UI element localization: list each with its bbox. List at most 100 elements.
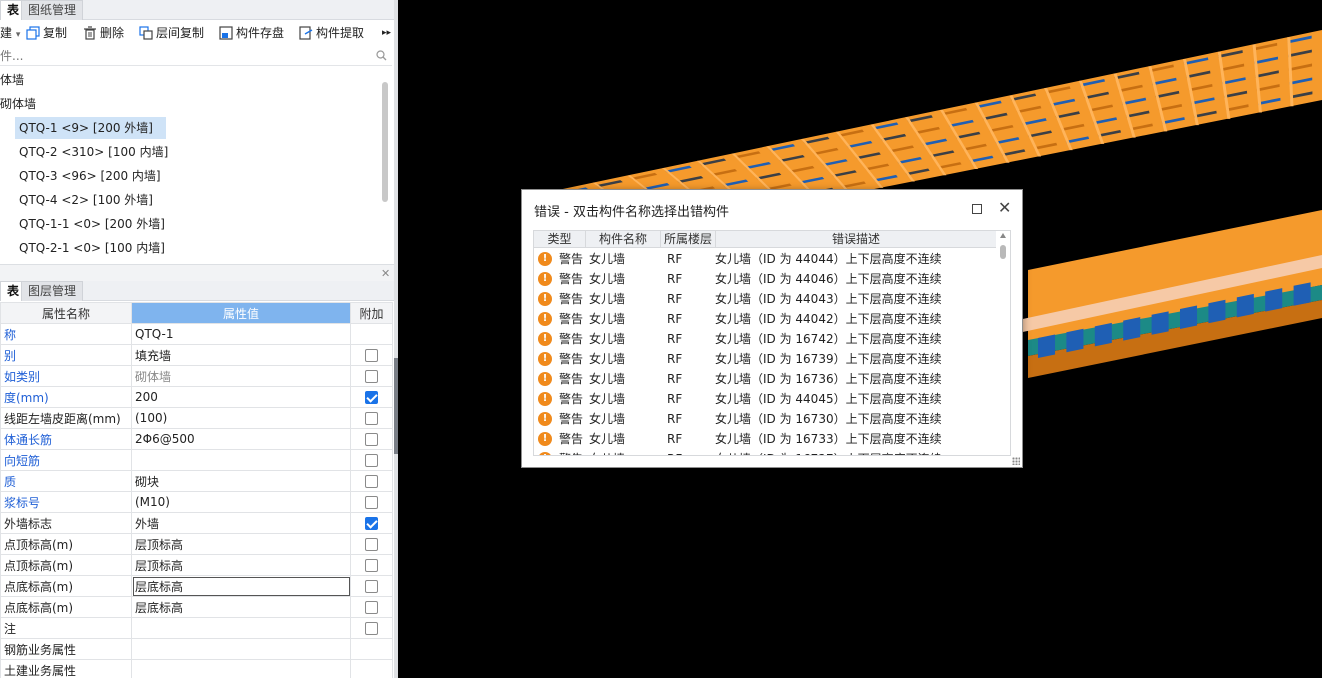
maximize-icon[interactable] [972,204,982,214]
column-floor[interactable]: 所属楼层 [661,231,716,248]
attach-checkbox[interactable] [365,559,378,572]
error-row[interactable]: ! 警告 女儿墙 RF 女儿墙（ID 为 16733）上下层高度不连续 [534,429,996,449]
error-component-name[interactable]: 女儿墙 [589,349,625,369]
property-value[interactable]: 层底标高 [131,596,351,618]
error-row[interactable]: ! 警告女儿墙 RF 女儿墙（ID 为 16727）上下层高度不连续 [534,449,996,455]
error-row[interactable]: ! 警告 女儿墙 RF 女儿墙（ID 为 44045）上下层高度不连续 [534,389,996,409]
tree-scrollbar[interactable] [382,82,388,202]
property-value[interactable] [131,659,351,678]
property-value[interactable]: (M10) [131,491,351,513]
close-icon[interactable]: ✕ [998,198,1011,218]
error-grid-scrollbar[interactable] [1000,245,1006,259]
error-row[interactable]: ! 警告 女儿墙 RF 女儿墙（ID 为 44042）上下层高度不连续 [534,309,996,329]
property-row[interactable]: 土建业务属性 [0,659,393,678]
attach-checkbox[interactable] [365,517,378,530]
error-component-name[interactable]: 女儿墙 [589,269,625,289]
attach-checkbox[interactable] [365,349,378,362]
property-value[interactable]: 层顶标高 [131,554,351,576]
property-value[interactable] [131,617,351,639]
property-row[interactable]: 称 QTQ-1 [0,323,393,345]
tree-root[interactable]: 体墙 [0,69,24,91]
tree-item[interactable]: QTQ-2 <310> [100 内墙] [19,141,168,163]
error-row[interactable]: ! 警告 女儿墙 RF 女儿墙（ID 为 16742）上下层高度不连续 [534,329,996,349]
copy-button[interactable]: 复制 [26,24,67,42]
property-value[interactable]: 外墙 [131,512,351,534]
new-button[interactable]: 建 ▾ [0,24,20,42]
property-row[interactable]: 点底标高(m) 层底标高 [0,596,393,618]
error-component-name[interactable]: 女儿墙 [589,409,625,429]
property-value[interactable]: 2Φ6@500 [131,428,351,450]
tree-item[interactable]: QTQ-1-1 <0> [200 外墙] [19,213,165,235]
floor-copy-button[interactable]: 层间复制 [139,24,204,42]
error-component-name[interactable]: 女儿墙 [589,329,625,349]
property-row[interactable]: 向短筋 [0,449,393,471]
property-value[interactable]: (100) [131,407,351,429]
column-type[interactable]: 类型 [534,231,586,248]
property-row[interactable]: 线距左墙皮距离(mm) (100) [0,407,393,429]
search-icon[interactable] [376,50,387,61]
attach-checkbox[interactable] [365,475,378,488]
property-row[interactable]: 点底标高(m) 层底标高 [0,575,393,597]
property-value[interactable]: 填充墙 [131,344,351,366]
property-value[interactable] [131,449,351,471]
attach-checkbox[interactable] [365,454,378,467]
column-error-description[interactable]: 错误描述 [716,231,996,248]
property-value[interactable]: 砌体墙 [131,365,351,387]
error-component-name[interactable]: 女儿墙 [589,429,625,449]
attach-checkbox[interactable] [365,622,378,635]
delete-button[interactable]: 删除 [83,24,124,42]
tab-layer-management[interactable]: 图层管理 [21,281,84,301]
property-row[interactable]: 如类别 砌体墙 [0,365,393,387]
error-component-name[interactable]: 女儿墙 [589,249,625,269]
attach-checkbox[interactable] [365,538,378,551]
scroll-up-icon[interactable] [1000,233,1006,238]
error-row[interactable]: ! 警告 女儿墙 RF 女儿墙（ID 为 44046）上下层高度不连续 [534,269,996,289]
search-input[interactable] [0,47,370,65]
property-row[interactable]: 点顶标高(m) 层顶标高 [0,533,393,555]
error-row[interactable]: ! 警告 女儿墙 RF 女儿墙（ID 为 16739）上下层高度不连续 [534,349,996,369]
attach-checkbox[interactable] [365,601,378,614]
tree-item[interactable]: QTQ-1 <9> [200 外墙] [15,117,166,139]
property-value[interactable]: 200 [131,386,351,408]
property-row[interactable]: 注 [0,617,393,639]
resize-grip-icon[interactable] [1012,457,1020,465]
error-row[interactable]: ! 警告 女儿墙 RF 女儿墙（ID 为 16736）上下层高度不连续 [534,369,996,389]
property-row[interactable]: 点顶标高(m) 层顶标高 [0,554,393,576]
attach-checkbox[interactable] [365,412,378,425]
property-row[interactable]: 别填充墙 [0,344,393,366]
close-icon[interactable]: ✕ [381,267,390,280]
error-component-name[interactable]: 女儿墙 [589,389,625,409]
error-component-name[interactable]: 女儿墙 [589,449,625,455]
error-row[interactable]: ! 警告 女儿墙 RF 女儿墙（ID 为 44044）上下层高度不连续 [534,249,996,269]
property-value[interactable]: 层底标高 [131,575,351,597]
attach-checkbox[interactable] [365,496,378,509]
tree-item[interactable]: QTQ-2-1 <0> [100 内墙] [19,237,165,259]
attach-checkbox[interactable] [365,580,378,593]
error-component-name[interactable]: 女儿墙 [589,289,625,309]
error-row[interactable]: ! 警告 女儿墙 RF 女儿墙（ID 为 16730）上下层高度不连续 [534,409,996,429]
extract-component-button[interactable]: 构件提取 [299,24,364,42]
tree-item[interactable]: QTQ-4 <2> [100 外墙] [19,189,153,211]
more-tools-button[interactable]: ▸▸ [382,24,391,42]
tree-group-masonry[interactable]: 砌体墙 [0,93,36,115]
property-row[interactable]: 度(mm) 200 [0,386,393,408]
save-component-button[interactable]: 构件存盘 [219,24,284,42]
error-row[interactable]: ! 警告 女儿墙 RF 女儿墙（ID 为 44043）上下层高度不连续 [534,289,996,309]
error-component-name[interactable]: 女儿墙 [589,369,625,389]
property-row[interactable]: 外墙标志 外墙 [0,512,393,534]
panel-splitter[interactable]: ✕ [0,264,394,281]
property-value[interactable]: QTQ-1 [131,323,351,345]
tree-item[interactable]: QTQ-3 <96> [200 内墙] [19,165,161,187]
attach-checkbox[interactable] [365,391,378,404]
property-row[interactable]: 浆标号 (M10) [0,491,393,513]
attach-checkbox[interactable] [365,433,378,446]
attach-checkbox[interactable] [365,370,378,383]
property-row[interactable]: 钢筋业务属性 [0,638,393,660]
column-component-name[interactable]: 构件名称 [586,231,661,248]
property-value[interactable] [131,638,351,660]
tab-drawing-management[interactable]: 图纸管理 [21,0,84,20]
property-row[interactable]: 体通长筋 2Φ6@500 [0,428,393,450]
property-value[interactable]: 层顶标高 [131,533,351,555]
error-component-name[interactable]: 女儿墙 [589,309,625,329]
property-row[interactable]: 质砌块 [0,470,393,492]
